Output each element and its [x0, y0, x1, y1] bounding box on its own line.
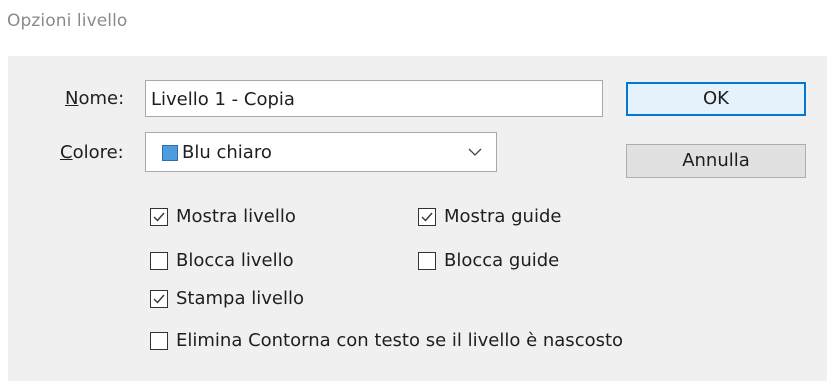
- ok-button[interactable]: OK: [626, 82, 806, 116]
- color-select-value: Blu chiaro: [182, 142, 272, 163]
- print-layer-label: Stampa livello: [176, 288, 304, 309]
- show-layer-label: Mostra livello: [176, 206, 296, 227]
- show-layer-box[interactable]: [150, 208, 168, 226]
- suppress-text-wrap-box[interactable]: [150, 332, 168, 350]
- show-guides-box[interactable]: [418, 208, 436, 226]
- checkmark-icon: [153, 294, 165, 304]
- show-guides-label: Mostra guide: [444, 206, 562, 227]
- name-label-text: ome:: [78, 88, 125, 109]
- chevron-down-icon: [468, 148, 482, 156]
- name-input[interactable]: Livello 1 - Copia: [145, 80, 603, 117]
- lock-guides-box[interactable]: [418, 252, 436, 270]
- suppress-text-wrap-label: Elimina Contorna con testo se il livello…: [176, 330, 624, 351]
- color-select[interactable]: Blu chiaro: [145, 132, 497, 172]
- color-label-text: olore:: [72, 142, 124, 163]
- dialog-title: Opzioni livello: [7, 11, 128, 31]
- checkmark-icon: [153, 212, 165, 222]
- cancel-button[interactable]: Annulla: [626, 144, 806, 178]
- name-label-mnemonic: N: [65, 88, 79, 109]
- name-label: Nome:: [65, 88, 124, 109]
- lock-layer-box[interactable]: [150, 252, 168, 270]
- lock-layer-label: Blocca livello: [176, 250, 294, 271]
- print-layer-box[interactable]: [150, 290, 168, 308]
- color-label: Colore:: [60, 142, 124, 163]
- color-swatch: [162, 145, 178, 161]
- color-label-mnemonic: C: [60, 142, 73, 163]
- checkmark-icon: [421, 212, 433, 222]
- lock-guides-label: Blocca guide: [444, 250, 560, 271]
